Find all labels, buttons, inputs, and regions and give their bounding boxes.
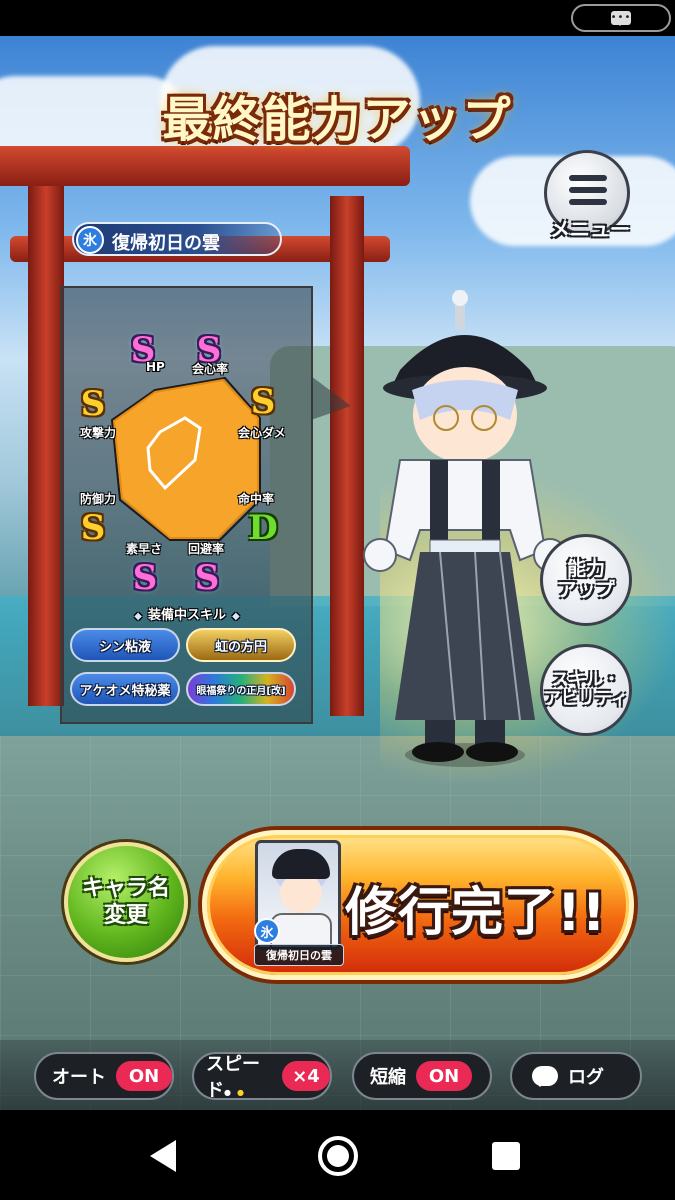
- shorten-state-badge: ON: [416, 1061, 472, 1091]
- stat-defense-label: 防御力: [80, 492, 117, 506]
- stat-crit-damage-rank: S: [250, 382, 276, 422]
- ability-up-button[interactable]: 能力 アップ: [540, 534, 632, 626]
- skill-ability-button[interactable]: スキル・ アビリティ: [540, 644, 632, 736]
- stat-accuracy-rank: D: [248, 508, 278, 548]
- stat-hp-label: HP: [146, 360, 165, 374]
- stat-radar: S HP S 会心率 S 攻撃力 S 会心ダメ 防御力 S 命中率 D 素早さ …: [60, 300, 313, 600]
- stat-attack-rank: S: [80, 384, 106, 424]
- log-button[interactable]: ログ: [510, 1052, 642, 1100]
- character-name: 復帰初日の雲: [112, 233, 220, 254]
- stat-crit-damage-label: 会心ダメ: [238, 426, 286, 440]
- hamburger-icon: [569, 175, 607, 211]
- menu-button[interactable]: メニュー: [544, 150, 630, 241]
- log-label: ログ: [568, 1067, 604, 1088]
- portrait-ice-element-icon: 氷: [254, 918, 280, 944]
- stat-accuracy-label: 命中率: [238, 492, 275, 506]
- stat-evasion-rank: S: [194, 558, 220, 598]
- equipped-skills-header: 装備中スキル: [66, 604, 308, 623]
- character-sprite: [363, 290, 567, 767]
- rename-character-button[interactable]: キャラ名 変更: [64, 842, 188, 962]
- shorten-toggle[interactable]: 短縮 ON: [352, 1052, 492, 1100]
- recent-apps-icon[interactable]: [492, 1142, 520, 1170]
- stat-defense-rank: S: [80, 508, 106, 548]
- character-name-plate: 氷 復帰初日の雲: [72, 222, 282, 256]
- radar-chart: [110, 376, 261, 541]
- training-complete-label: 修行完了!!: [345, 883, 607, 943]
- speed-level-indicator: ●●: [224, 1088, 250, 1097]
- skill-slot-1[interactable]: シン粘液: [70, 628, 180, 662]
- skill-ability-label: スキル・ アビリティ: [544, 670, 628, 709]
- skill-slot-3[interactable]: アケオメ特秘薬: [70, 672, 180, 706]
- home-icon[interactable]: [318, 1136, 358, 1176]
- skill-slot-4[interactable]: 眼福祭りの正月[改]: [186, 672, 296, 706]
- stat-speed-rank: S: [132, 558, 158, 598]
- shorten-label: 短縮: [370, 1067, 406, 1088]
- portrait-character-name: 復帰初日の雲: [254, 944, 344, 966]
- auto-toggle[interactable]: オート ON: [34, 1052, 174, 1100]
- ability-up-label: 能力 アップ: [557, 558, 615, 601]
- stat-crit-rate-label: 会心率: [192, 362, 229, 376]
- status-bar: •••: [0, 0, 675, 36]
- ice-element-icon: 氷: [76, 226, 104, 254]
- skill-slot-2[interactable]: 虹の方円: [186, 628, 296, 662]
- menu-label: メニュー: [550, 217, 630, 241]
- auto-label: オート: [52, 1067, 106, 1088]
- speed-value-badge: ×4: [282, 1061, 330, 1091]
- screen-title: 最終能力アップ: [162, 92, 513, 148]
- chat-bubble-icon: [532, 1066, 558, 1087]
- rename-label: キャラ名 変更: [81, 875, 170, 929]
- chat-notification-icon[interactable]: •••: [571, 4, 671, 32]
- stat-attack-label: 攻撃力: [80, 426, 117, 440]
- auto-state-badge: ON: [116, 1061, 172, 1091]
- speed-toggle[interactable]: スピード ×4: [192, 1052, 332, 1101]
- panel-pointer: [311, 376, 351, 420]
- back-icon[interactable]: [150, 1140, 176, 1172]
- stat-speed-label: 素早さ: [126, 542, 163, 556]
- stat-evasion-label: 回避率: [188, 542, 225, 556]
